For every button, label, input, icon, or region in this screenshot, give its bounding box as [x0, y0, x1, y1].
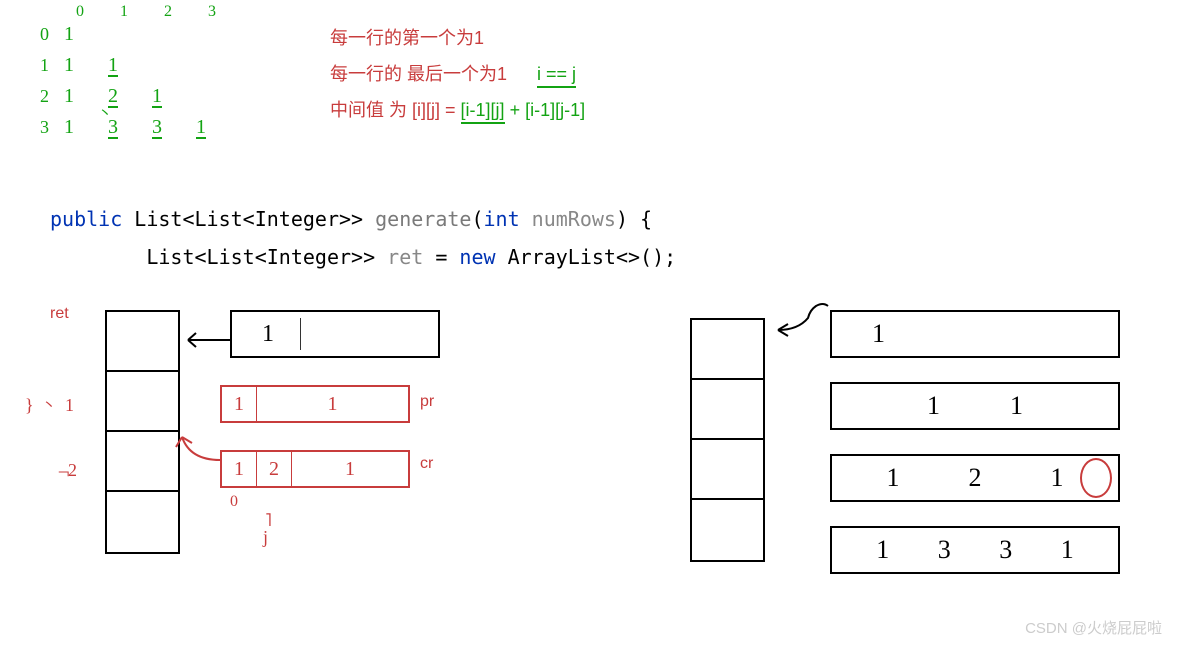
ret-list-box	[105, 310, 180, 554]
tri-cell: 3	[108, 116, 152, 139]
code-line-1: public List<List<Integer>> generate(int …	[50, 200, 676, 238]
row-idx: 3	[40, 117, 64, 138]
curved-arrow-icon	[170, 425, 230, 475]
code-line-2: List<List<Integer>> ret = new ArrayList<…	[50, 238, 676, 276]
col-header-0: 0	[76, 3, 84, 21]
row-box-1: 1 1	[830, 382, 1120, 430]
ret-list-box-right	[690, 318, 765, 562]
tick-mark: 丶	[98, 103, 112, 123]
ret-label: ret	[50, 305, 69, 323]
rule-1: 每一行的第一个为1	[330, 20, 585, 56]
row-idx: 0	[40, 24, 64, 45]
list-box-pr: 1 1	[220, 385, 410, 423]
zero-mark: 0	[230, 493, 238, 511]
pr-label: pr	[420, 393, 434, 411]
row-box-3: 1 3 3 1	[830, 526, 1120, 574]
triangle-row: 3 1 3 3 1	[40, 116, 240, 139]
tri-cell: 1	[64, 54, 108, 77]
condition-ij: i == j	[537, 64, 576, 88]
rule-2: 每一行的 最后一个为1 i == j	[330, 56, 585, 92]
col-header-3: 3	[208, 3, 216, 21]
formula-part1: [i-1][j]	[461, 100, 505, 124]
arrow-scribble-icon	[768, 300, 838, 340]
arrow-icon	[180, 325, 235, 355]
index-2-label: 2	[68, 460, 77, 481]
row-idx: 2	[40, 86, 64, 107]
tri-cell: 1	[108, 54, 152, 77]
tri-cell: 1	[64, 23, 108, 46]
triangle-row: 1 1 1	[40, 54, 240, 77]
row-box-2: 1 2 1	[830, 454, 1120, 502]
list-box-cr: 1 2 1	[220, 450, 410, 488]
j-mark: j	[263, 527, 268, 548]
rule-3: 中间值 为 [i][j] = [i-1][j] + [i-1][j-1]	[330, 92, 585, 128]
formula-part2: + [i-1][j-1]	[510, 100, 586, 120]
watermark-text: CSDN @火烧屁屁啦	[1025, 617, 1162, 638]
brace-mark: }	[25, 395, 34, 416]
row-box-0: 1	[830, 310, 1120, 358]
pascal-triangle: 0 1 2 3 0 1 1 1 1 2 1 2 1 3 1 3 3 1 丶	[40, 5, 240, 147]
cr-label: cr	[420, 455, 433, 473]
tri-cell: 1	[196, 116, 240, 139]
code-snippet: public List<List<Integer>> generate(int …	[50, 200, 676, 276]
triangle-row: 0 1	[40, 23, 240, 46]
triangle-row: 2 1 2 1	[40, 85, 240, 108]
index-1-label: 1	[65, 395, 74, 416]
tri-cell: 2	[108, 85, 152, 108]
rules-text: 每一行的第一个为1 每一行的 最后一个为1 i == j 中间值 为 [i][j…	[330, 20, 585, 128]
tri-cell: 1	[152, 85, 196, 108]
tri-cell: 3	[152, 116, 196, 139]
circle-highlight-icon	[1080, 458, 1112, 498]
list-box-row0: 1	[230, 310, 440, 358]
col-header-2: 2	[164, 3, 172, 21]
col-header-1: 1	[120, 3, 128, 21]
row-idx: 1	[40, 55, 64, 76]
